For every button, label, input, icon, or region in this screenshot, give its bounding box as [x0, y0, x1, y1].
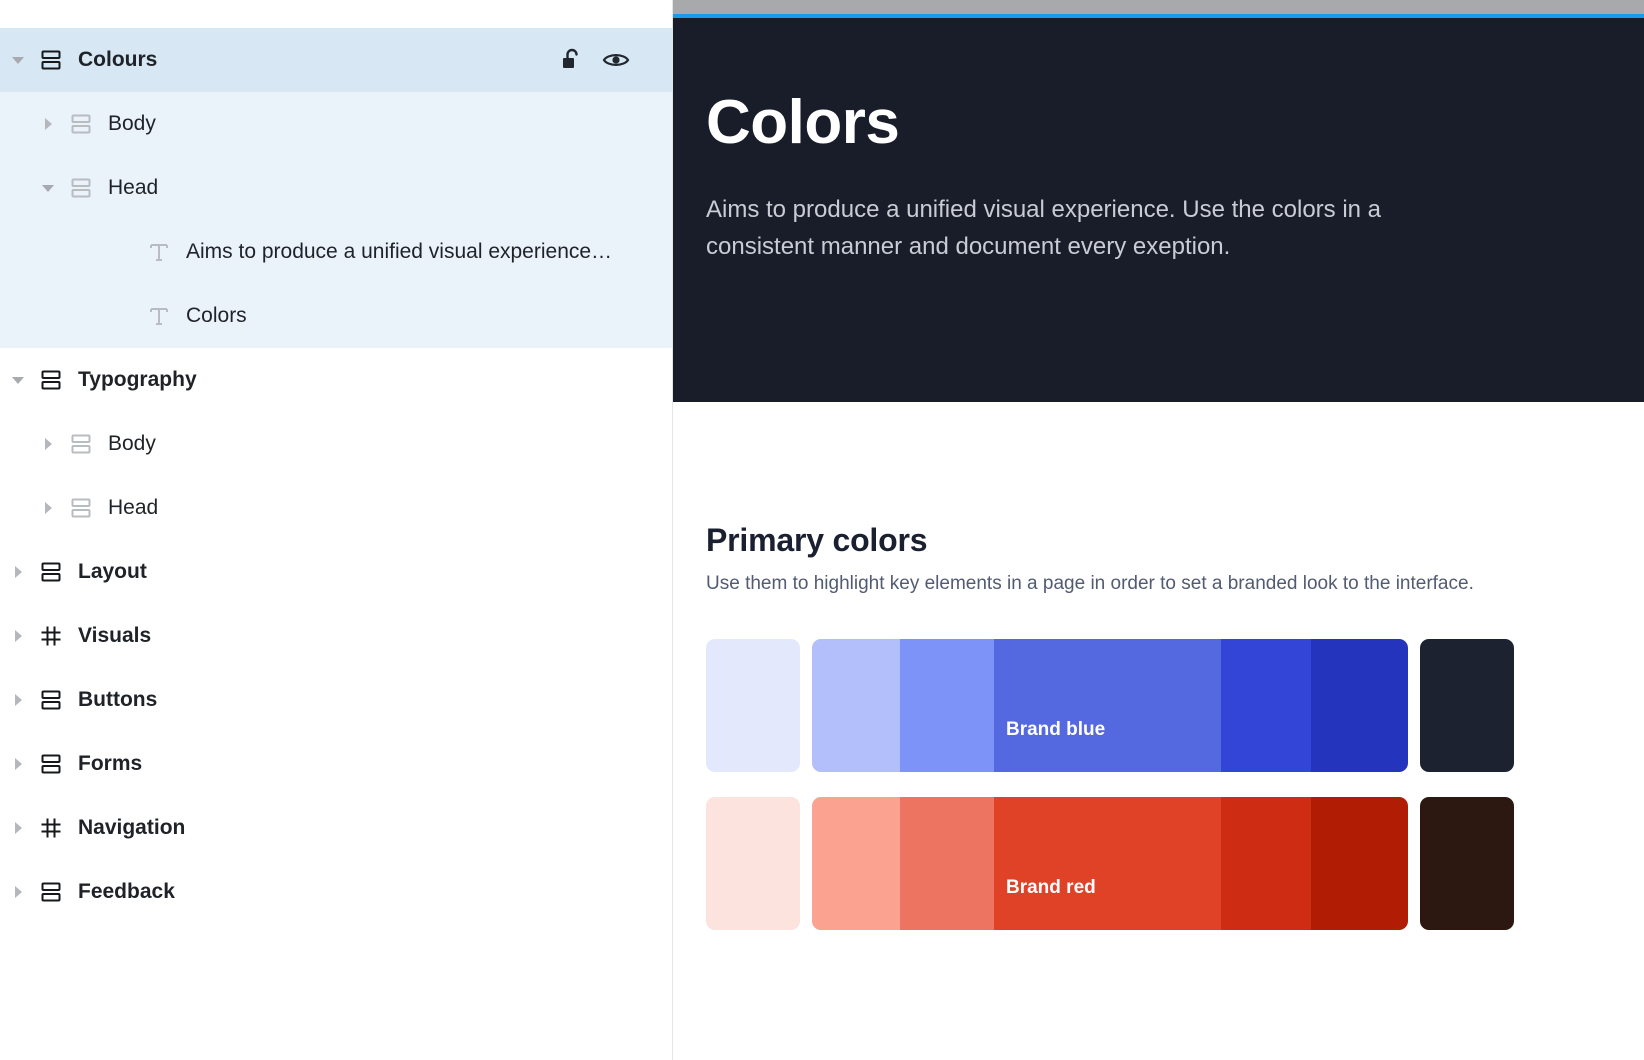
layer-row-visuals[interactable]: Visuals — [0, 604, 672, 668]
layer-label: Body — [108, 432, 156, 455]
swatch-gap — [1408, 639, 1420, 772]
layer-label: Body — [108, 112, 156, 135]
frame-icon — [38, 687, 64, 713]
layer-label: Head — [108, 176, 159, 199]
layer-row-body-2[interactable]: Body — [0, 412, 672, 476]
chevron-down-icon[interactable] — [10, 52, 26, 68]
chevron-down-icon[interactable] — [10, 372, 26, 388]
chevron-right-icon[interactable] — [40, 500, 56, 516]
swatch-scale-bar: Brand red — [812, 797, 1408, 930]
layer-label: Aims to produce a unified visual experie… — [186, 240, 613, 263]
layers-sidebar: Colours Body Head Aims to produce a unified… — [0, 0, 673, 1060]
layer-row-typography[interactable]: Typography — [0, 348, 672, 412]
layer-label: Head — [108, 496, 159, 519]
unlock-icon[interactable] — [560, 47, 584, 73]
swatch-rows: Brand blue Brand red — [706, 639, 1644, 930]
chevron-right-icon[interactable] — [10, 564, 26, 580]
layer-label: Layout — [78, 560, 147, 583]
layer-label: Colours — [78, 48, 158, 71]
swatch-lightest[interactable] — [706, 639, 800, 772]
layer-row-feedback[interactable]: Feedback — [0, 860, 672, 924]
layer-row-buttons[interactable]: Buttons — [0, 668, 672, 732]
layer-row-actions — [560, 47, 630, 73]
frame-icon — [38, 367, 64, 393]
chevron-right-icon[interactable] — [10, 692, 26, 708]
chevron-right-icon[interactable] — [10, 756, 26, 772]
swatch-scale-bar: Brand blue — [812, 639, 1408, 772]
text-icon — [146, 303, 172, 329]
layer-label: Typography — [78, 368, 197, 391]
swatch-darkest[interactable] — [1420, 797, 1514, 930]
swatch-gap — [800, 797, 812, 930]
layer-tree: Colours Body Head Aims to produce a unified… — [0, 0, 672, 924]
swatch-step-2[interactable]: Brand red — [994, 797, 1221, 930]
swatch-step-0[interactable] — [812, 639, 900, 772]
layer-row-head-2[interactable]: Head — [0, 476, 672, 540]
swatch-step-4[interactable] — [1311, 639, 1408, 772]
section-heading: Primary colors — [706, 522, 928, 558]
chevron-right-icon[interactable] — [10, 820, 26, 836]
text-icon — [146, 239, 172, 265]
layer-row-text-aims[interactable]: Aims to produce a unified visual experie… — [0, 220, 672, 284]
preview-pane: Colors Aims to produce a unified visual … — [673, 0, 1644, 1060]
swatch-step-0[interactable] — [812, 797, 900, 930]
layer-row-forms[interactable]: Forms — [0, 732, 672, 796]
frame-icon — [38, 879, 64, 905]
component-icon — [38, 815, 64, 841]
app-root: Colours Body Head Aims to produce a unified… — [0, 0, 1644, 1060]
hero-section: Colors Aims to produce a unified visual … — [673, 18, 1644, 402]
swatch-gap — [1408, 797, 1420, 930]
swatch-lightest[interactable] — [706, 797, 800, 930]
layer-label: Visuals — [78, 624, 152, 647]
frame-icon — [38, 751, 64, 777]
frame-icon — [38, 559, 64, 585]
swatch-step-3[interactable] — [1221, 639, 1311, 772]
layer-row-text-colors[interactable]: Colors — [0, 284, 672, 348]
chevron-right-icon[interactable] — [10, 884, 26, 900]
swatch-step-1[interactable] — [900, 639, 994, 772]
frame-icon — [38, 47, 64, 73]
chevron-right-icon[interactable] — [10, 628, 26, 644]
frame-icon — [68, 175, 94, 201]
layer-row-colours[interactable]: Colours — [0, 28, 672, 92]
layer-label: Feedback — [78, 880, 175, 903]
layer-label: Forms — [78, 752, 143, 775]
swatch-step-2[interactable]: Brand blue — [994, 639, 1221, 772]
layer-row-layout[interactable]: Layout — [0, 540, 672, 604]
color-scale-brand-red: Brand red — [706, 797, 1644, 930]
page-intro-text: Aims to produce a unified visual experie… — [706, 196, 1382, 261]
section-subheading: Use them to highlight key elements in a … — [706, 573, 1474, 594]
layer-label: Buttons — [78, 688, 158, 711]
swatch-darkest[interactable] — [1420, 639, 1514, 772]
layer-row-head-1[interactable]: Head — [0, 156, 672, 220]
chevron-right-icon[interactable] — [40, 436, 56, 452]
swatch-gap — [800, 639, 812, 772]
layer-label: Colors — [186, 304, 247, 327]
eye-icon[interactable] — [602, 47, 630, 73]
color-scale-brand-blue: Brand blue — [706, 639, 1644, 772]
component-icon — [38, 623, 64, 649]
layer-row-navigation[interactable]: Navigation — [0, 796, 672, 860]
frame-icon — [68, 431, 94, 457]
layer-row-body-1[interactable]: Body — [0, 92, 672, 156]
chevron-right-icon[interactable] — [40, 116, 56, 132]
browser-chrome-bar — [673, 0, 1644, 14]
frame-icon — [68, 495, 94, 521]
swatch-step-4[interactable] — [1311, 797, 1408, 930]
swatch-label: Brand blue — [1006, 719, 1106, 740]
layer-label: Navigation — [78, 816, 186, 839]
primary-colors-section: Primary colors Use them to highlight key… — [673, 402, 1644, 930]
swatch-label: Brand red — [1006, 877, 1096, 898]
swatch-step-3[interactable] — [1221, 797, 1311, 930]
page-title: Colors — [706, 88, 900, 157]
swatch-step-1[interactable] — [900, 797, 994, 930]
chevron-down-icon[interactable] — [40, 180, 56, 196]
frame-icon — [68, 111, 94, 137]
